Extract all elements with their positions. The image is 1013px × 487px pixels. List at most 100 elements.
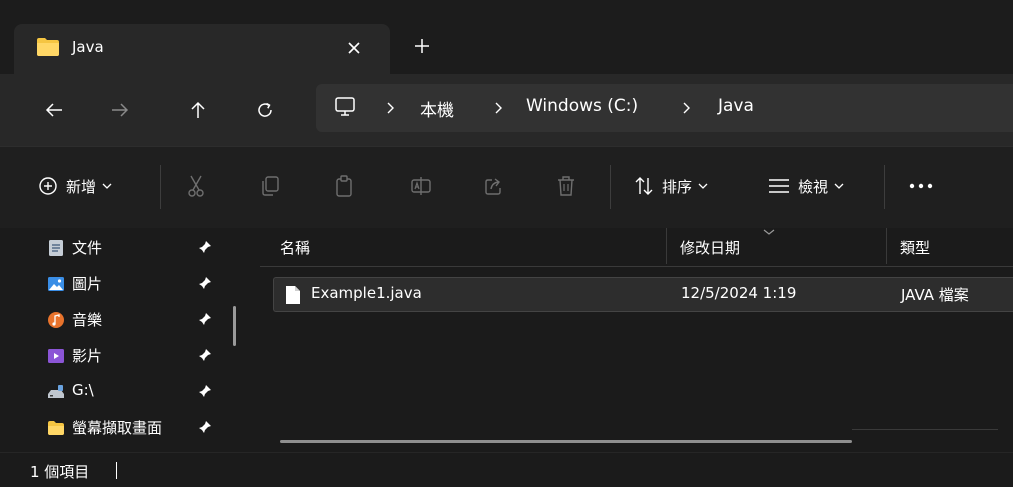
horizontal-scrollbar[interactable] [280, 440, 852, 443]
copy-button[interactable] [260, 169, 280, 203]
view-label: 檢視 [798, 177, 829, 196]
new-button[interactable]: 新增 [38, 169, 112, 203]
column-header-label: 修改日期 [680, 238, 741, 257]
trash-icon [558, 176, 574, 196]
column-header-name[interactable]: 名稱 [280, 228, 310, 266]
pictures-icon [48, 277, 64, 291]
this-pc-icon [334, 97, 356, 117]
address-bar[interactable]: 本機 Windows (C:) Java [316, 84, 1013, 132]
sidebar-scrollbar[interactable] [233, 306, 236, 346]
sidebar-item-label: 影片 [72, 347, 103, 365]
share-button[interactable] [484, 169, 504, 203]
toolbar-divider [884, 165, 885, 209]
folder-icon [48, 421, 64, 435]
share-icon [485, 178, 501, 195]
column-header-label: 名稱 [280, 238, 311, 257]
sidebar-item-pictures[interactable]: 圖片 [0, 267, 232, 301]
cut-button[interactable] [186, 169, 206, 203]
arrow-left-icon [45, 103, 62, 117]
sidebar-item-label: G:\ [72, 381, 94, 399]
up-button[interactable] [178, 92, 218, 128]
back-button[interactable] [34, 92, 74, 128]
documents-icon [49, 240, 63, 256]
tab-strip: Java [0, 0, 1013, 74]
chevron-down-icon [698, 183, 708, 189]
videos-icon [48, 349, 64, 363]
folder-icon [36, 37, 60, 57]
sidebar-item-label: 螢幕擷取畫面 [72, 419, 163, 437]
arrow-up-icon [191, 101, 205, 118]
chevron-right-icon [682, 102, 690, 114]
tab-java[interactable]: Java [14, 24, 390, 74]
sidebar-item-label: 音樂 [72, 311, 103, 329]
breadcrumb-windows-c[interactable]: Windows (C:) [526, 96, 638, 116]
chevron-down-icon [834, 183, 844, 189]
pin-icon[interactable] [198, 348, 212, 362]
sidebar-item-music[interactable]: 音樂 [0, 303, 232, 337]
chevron-down-icon [102, 183, 112, 189]
scrollbar-track [852, 429, 998, 430]
paste-button[interactable] [334, 169, 354, 203]
rename-icon [411, 177, 431, 195]
view-list-icon [769, 179, 789, 193]
file-type: JAVA 檔案 [901, 286, 969, 304]
toolbar-divider [610, 165, 611, 209]
tab-close-button[interactable] [340, 34, 368, 62]
tab-title: Java [72, 38, 104, 56]
refresh-icon [258, 102, 272, 117]
navigation-pane: 文件 圖片 音樂 影片 G:\ 螢幕擷取畫面 [0, 228, 246, 452]
header-divider [260, 266, 1013, 267]
sidebar-item-label: 圖片 [72, 275, 103, 293]
column-divider[interactable] [666, 228, 667, 264]
column-header-modified[interactable]: 修改日期 [680, 228, 740, 266]
sort-icon [635, 177, 653, 195]
pin-icon[interactable] [198, 312, 212, 326]
sort-indicator-icon [763, 228, 775, 236]
command-bar: 新增 排序 檢視 [0, 146, 1013, 228]
chevron-right-icon [386, 102, 394, 114]
status-divider [116, 462, 117, 479]
column-header-label: 類型 [900, 238, 931, 257]
sort-button[interactable]: 排序 [634, 169, 708, 203]
file-icon [286, 286, 300, 304]
copy-icon [262, 176, 279, 196]
sidebar-item-documents[interactable]: 文件 [0, 231, 232, 265]
pin-icon[interactable] [198, 420, 212, 434]
column-divider[interactable] [886, 228, 887, 264]
status-bar: 1 個項目 [0, 452, 1013, 487]
clipboard-icon [336, 175, 352, 197]
sidebar-item-screenshots[interactable]: 螢幕擷取畫面 [0, 411, 232, 445]
sidebar-item-label: 文件 [72, 239, 103, 257]
view-button[interactable]: 檢視 [768, 169, 844, 203]
item-count: 1 個項目 [30, 463, 90, 481]
pin-icon[interactable] [198, 384, 212, 398]
drive-icon [48, 385, 64, 398]
scissors-icon [188, 175, 204, 197]
breadcrumb-java[interactable]: Java [718, 96, 754, 116]
arrow-right-icon [112, 103, 129, 117]
close-icon [348, 42, 360, 54]
refresh-button[interactable] [245, 92, 285, 128]
music-icon [48, 312, 64, 328]
file-name: Example1.java [311, 284, 422, 302]
plus-circle-icon [39, 177, 57, 195]
pin-icon[interactable] [198, 276, 212, 290]
rename-button[interactable] [410, 169, 432, 203]
table-row[interactable]: Example1.java 12/5/2024 1:19 JAVA 檔案 [273, 277, 1013, 312]
breadcrumb-this-pc[interactable]: 本機 [420, 96, 454, 121]
navigation-bar: 本機 Windows (C:) Java [0, 74, 1013, 146]
plus-icon [415, 39, 429, 53]
forward-button[interactable] [100, 92, 140, 128]
new-tab-button[interactable] [404, 30, 440, 62]
sidebar-item-g-drive[interactable]: G:\ [0, 375, 232, 409]
sidebar-item-videos[interactable]: 影片 [0, 339, 232, 373]
file-list: 名稱 修改日期 類型 Example1.java 12/5/2024 1:19 … [246, 228, 1013, 452]
toolbar-divider [160, 165, 161, 209]
pin-icon[interactable] [198, 240, 212, 254]
column-header-type[interactable]: 類型 [900, 228, 930, 266]
more-icon [909, 183, 933, 189]
more-options-button[interactable] [908, 169, 934, 203]
chevron-right-icon [494, 102, 502, 114]
delete-button[interactable] [556, 169, 576, 203]
new-label: 新增 [66, 177, 97, 196]
